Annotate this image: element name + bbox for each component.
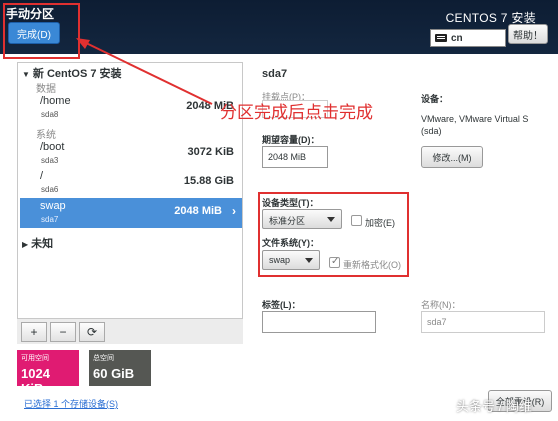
annotation-arrow bbox=[76, 38, 213, 105]
watermark: 头条号 / 陶维 bbox=[456, 399, 532, 414]
